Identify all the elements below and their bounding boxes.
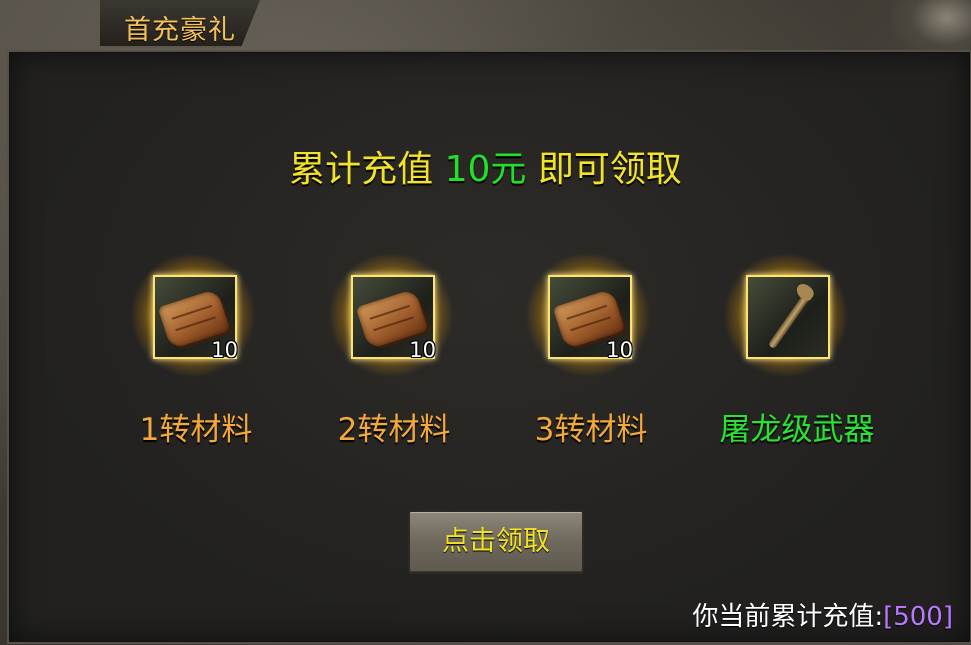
total-recharge-value: [500] [883,602,953,632]
staff-head-icon [793,281,817,303]
reward-item[interactable] [723,252,849,378]
reward-item[interactable]: 10 [130,252,256,378]
total-recharge: 你当前累计充值:[500] [692,596,953,633]
reward-label: 3转材料 [534,412,648,448]
reward-item[interactable]: 10 [525,252,651,378]
total-recharge-label: 你当前累计充值: [692,602,884,632]
item-count: 10 [409,338,436,362]
claim-button[interactable]: 点击领取 [408,510,584,574]
corner-ornament [891,0,971,60]
requirement-amount: 10元 [444,149,527,190]
requirement-prefix: 累计充值 [289,149,434,190]
reward-item[interactable]: 10 [328,252,454,378]
requirement-suffix: 即可领取 [537,149,682,190]
item-count: 10 [606,338,633,362]
reward-label: 2转材料 [337,412,451,448]
item-count: 10 [211,338,238,362]
item-slot [746,275,830,359]
window-title: 首充豪礼 [124,15,236,46]
recharge-requirement: 累计充值 10元 即可领取 [0,140,971,192]
reward-label: 1转材料 [139,412,253,448]
reward-label: 屠龙级武器 [719,412,875,448]
